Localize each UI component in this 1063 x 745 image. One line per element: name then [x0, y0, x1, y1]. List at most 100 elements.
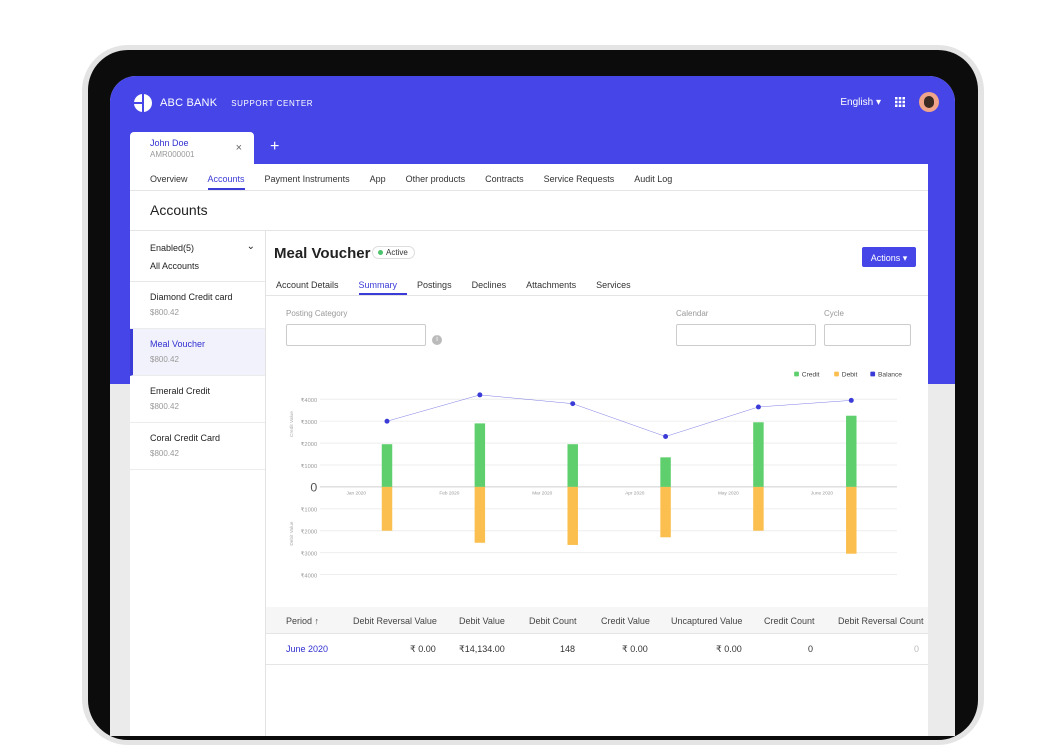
sidebar-item-meal-voucher[interactable]: Meal Voucher $800.42 — [130, 329, 265, 376]
credit-bar — [567, 444, 578, 487]
y-tick-label: ₹4000 — [301, 397, 317, 404]
balance-point — [384, 418, 390, 424]
tab-payment-instruments[interactable]: Payment Instruments — [265, 164, 350, 190]
info-icon[interactable]: i — [432, 335, 442, 345]
brand-name: ABC BANK — [160, 97, 218, 109]
calendar-label: Calendar — [676, 309, 709, 318]
header-credit-value[interactable]: Credit Value — [601, 616, 650, 626]
account-subtabs: Account Details Summary Postings Decline… — [266, 275, 928, 296]
customer-tab[interactable]: John Doe AMR000001 × — [130, 132, 254, 166]
credit-bar — [753, 422, 764, 487]
x-tick-label: Apr 2020 — [625, 491, 645, 497]
debit-bar — [846, 486, 857, 554]
tab-app[interactable]: App — [370, 164, 386, 190]
tab-other-products[interactable]: Other products — [406, 164, 466, 190]
status-badge: Active — [372, 246, 415, 259]
header-uncaptured-value[interactable]: Uncaptured Value — [671, 616, 742, 626]
x-tick-label: Feb 2020 — [439, 491, 459, 497]
header-credit-count[interactable]: Credit Count — [764, 616, 815, 626]
cell-debit-count: 148 — [560, 644, 576, 654]
close-icon[interactable]: × — [236, 142, 242, 154]
bank-logo-icon — [134, 94, 152, 112]
sidebar-item-diamond-credit-card[interactable]: Diamond Credit card $800.42 — [130, 282, 265, 329]
tab-summary[interactable]: Summary — [358, 275, 408, 295]
y-axis-label-debit: Debit Value — [289, 521, 295, 546]
top-right-controls: English ▾ — [840, 92, 939, 112]
tab-accounts[interactable]: Accounts — [207, 164, 245, 190]
language-label: English — [840, 96, 874, 108]
y-tick-label: ₹2000 — [301, 441, 317, 448]
tab-contracts[interactable]: Contracts — [485, 164, 524, 190]
tab-attachments[interactable]: Attachments — [526, 275, 586, 295]
legend-swatch — [834, 371, 839, 377]
legend-label: Credit — [802, 371, 820, 378]
chevron-down-icon: ▾ — [875, 96, 881, 108]
tab-postings[interactable]: Postings — [417, 275, 462, 295]
y-tick-label: ₹1000 — [301, 507, 317, 514]
tab-declines[interactable]: Declines — [472, 275, 517, 295]
y-tick-label: ₹3000 — [301, 550, 317, 557]
cell-debit-value: ₹14,134.00 — [459, 644, 505, 654]
main-panel: Overview Accounts Payment Instruments Ap… — [130, 164, 928, 736]
filter-label: Enabled(5) — [150, 243, 195, 253]
x-tick-label: June 2020 — [811, 491, 834, 497]
account-detail: Meal Voucher Active Actions ▾ Account De… — [266, 230, 928, 736]
tab-audit-log[interactable]: Audit Log — [634, 164, 672, 190]
sidebar-item-emerald-credit[interactable]: Emerald Credit $800.42 — [130, 376, 265, 423]
tab-services[interactable]: Services — [596, 275, 641, 295]
language-selector[interactable]: English ▾ — [840, 97, 881, 108]
cell-period[interactable]: June 2020 — [286, 644, 328, 654]
account-title: Meal Voucher — [274, 245, 371, 262]
cell-credit-count: 0 — [808, 644, 814, 654]
table-row[interactable]: June 2020 ₹ 0.00 ₹14,134.00 148 ₹ 0.00 ₹… — [266, 634, 928, 665]
account-name: Emerald Credit — [150, 386, 211, 396]
account-amount: $800.42 — [150, 355, 179, 364]
x-tick-label: Jan 2020 — [347, 491, 367, 497]
credit-bar — [846, 415, 857, 487]
debit-bar — [567, 486, 578, 545]
brand[interactable]: ABC BANK SUPPORT CENTER — [134, 94, 313, 112]
brand-subtitle: SUPPORT CENTER — [231, 98, 314, 108]
y-tick-label: ₹4000 — [301, 572, 317, 579]
actions-button[interactable]: Actions ▾ — [862, 247, 916, 267]
sidebar-item-coral-credit-card[interactable]: Coral Credit Card $800.42 — [130, 423, 265, 470]
header-debit-reversal-count[interactable]: Debit Reversal Count — [838, 616, 924, 626]
apps-grid-icon[interactable] — [895, 97, 905, 107]
credit-bar — [381, 444, 393, 487]
nav-tabs: Overview Accounts Payment Instruments Ap… — [130, 164, 928, 191]
tab-account-details[interactable]: Account Details — [276, 275, 349, 295]
cycle-input[interactable] — [824, 324, 911, 346]
x-tick-label: Mar 2020 — [532, 491, 552, 497]
customer-name: John Doe — [150, 138, 189, 148]
account-name: Coral Credit Card — [150, 433, 221, 443]
avatar[interactable] — [919, 92, 939, 112]
balance-point — [477, 392, 483, 398]
account-amount: $800.42 — [150, 308, 179, 317]
header-period[interactable]: Period ↑ — [286, 616, 319, 626]
posting-category-label: Posting Category — [286, 309, 348, 318]
y-tick-label: ₹2000 — [301, 529, 317, 536]
calendar-input[interactable] — [676, 324, 816, 346]
posting-category-input[interactable] — [286, 324, 426, 346]
account-amount: $800.42 — [150, 449, 179, 458]
tab-service-requests[interactable]: Service Requests — [544, 164, 615, 190]
legend-swatch — [794, 371, 799, 377]
header-debit-reversal-value[interactable]: Debit Reversal Value — [353, 616, 437, 626]
table-header: Period ↑ Debit Reversal Value Debit Valu… — [266, 607, 928, 634]
cycle-label: Cycle — [824, 309, 845, 318]
sidebar-filter[interactable]: Enabled(5) ⌄ All Accounts — [130, 231, 265, 282]
page-title: Accounts — [150, 202, 208, 218]
zero-label: 0 — [310, 481, 317, 495]
credit-bar — [474, 423, 486, 487]
add-tab-button[interactable]: + — [270, 138, 279, 156]
chevron-down-icon[interactable]: ⌄ — [247, 241, 255, 252]
account-name: Diamond Credit card — [150, 292, 233, 302]
account-amount: $800.42 — [150, 402, 179, 411]
legend-label: Debit — [842, 371, 858, 378]
balance-point — [570, 401, 576, 407]
header-debit-value[interactable]: Debit Value — [459, 616, 505, 626]
cell-credit-value: ₹ 0.00 — [622, 644, 648, 654]
tab-overview[interactable]: Overview — [150, 164, 188, 190]
status-text: Active — [386, 248, 408, 257]
header-debit-count[interactable]: Debit Count — [529, 616, 577, 626]
